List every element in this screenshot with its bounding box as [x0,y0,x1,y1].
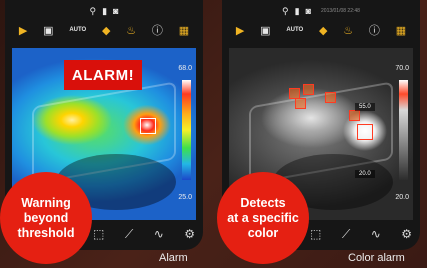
usb-icon: ⚲ [89,5,97,16]
camera-icon: ◙ [305,6,312,16]
line-measure-icon[interactable]: ⟋ [125,227,133,242]
line-measure-icon[interactable]: ⟋ [342,227,350,242]
scale-max-label: 68.0 [178,65,192,72]
badge-line: Detects [240,195,286,210]
settings-icon[interactable]: ⚙ [184,227,195,241]
alarm-bell-icon[interactable]: ◆ [102,24,110,37]
badge-line: beyond [23,210,69,225]
gallery-icon[interactable]: ▣ [43,24,53,37]
toolbar: ▶ ▣ AUTO ◆ ♨ ⓘ ▦ [228,22,414,38]
high-temp-label: 55.0 [355,103,375,111]
graph-icon[interactable]: ∿ [371,227,381,241]
badge-line: color [247,225,279,240]
toolbar: ▶ ▣ AUTO ◆ ♨ ⓘ ▦ [11,22,197,38]
camera-icon: ◙ [113,6,119,16]
scale-min-label: 25.0 [178,194,192,201]
battery-icon: ▮ [294,5,300,16]
video-record-icon[interactable]: ▶ [19,24,27,37]
video-record-icon[interactable]: ▶ [236,24,244,37]
auto-button[interactable]: AUTO [69,27,86,33]
feature-badge: Warning beyond threshold [0,172,92,264]
color-scale-bar [182,80,191,180]
color-hit-marker [303,84,314,95]
panel-caption: Alarm [159,252,188,264]
palette-icon[interactable]: ▦ [396,24,406,37]
color-scale-bar [399,80,408,180]
badge-line: threshold [17,225,75,240]
area-select-icon[interactable]: ⬚ [93,227,104,241]
color-hit-marker [325,92,336,103]
badge-line: Warning [21,195,71,210]
gallery-icon[interactable]: ▣ [260,24,270,37]
area-select-icon[interactable]: ⬚ [310,227,321,241]
alarm-panel: ⚲ ▮ ◙ ▶ ▣ AUTO ◆ ♨ ⓘ ▦ ALARM! 68.0 25.0 … [0,0,203,268]
info-icon[interactable]: ⓘ [152,22,163,38]
status-bar: ⚲ ▮ ◙ 2013/01/08 22:48 [222,4,420,18]
scale-min-label: 20.0 [395,194,409,201]
bottom-toolbar: ⬚ ⟋ ∿ ⚙ [310,226,412,242]
color-hit-marker [349,110,360,121]
palette-icon[interactable]: ▦ [179,24,189,37]
auto-button[interactable]: AUTO [286,27,303,33]
color-alarm-panel: ⚲ ▮ ◙ 2013/01/08 22:48 ▶ ▣ AUTO ◆ ♨ ⓘ ▦ … [217,0,420,268]
info-icon[interactable]: ⓘ [369,22,380,38]
status-bar: ⚲ ▮ ◙ [5,4,203,18]
alarm-banner: ALARM! [64,60,142,90]
usb-icon: ⚲ [282,5,289,16]
badge-line: at a specific [227,210,299,225]
panel-caption: Color alarm [348,252,405,264]
bottom-toolbar: ⬚ ⟋ ∿ ⚙ [93,226,195,242]
timestamp: 2013/01/08 22:48 [321,8,360,14]
alarm-bell-icon[interactable]: ◆ [319,24,327,37]
hotspot-icon[interactable]: ♨ [126,24,136,37]
scale-max-label: 70.0 [395,65,409,72]
battery-icon: ▮ [102,5,108,16]
settings-icon[interactable]: ⚙ [401,227,412,241]
hotspot-marker [357,124,373,140]
color-hit-marker [295,98,306,109]
hotspot-marker [140,118,156,134]
hotspot-icon[interactable]: ♨ [343,24,353,37]
low-temp-label: 20.0 [355,170,375,178]
feature-badge: Detects at a specific color [217,172,309,264]
graph-icon[interactable]: ∿ [154,227,164,241]
